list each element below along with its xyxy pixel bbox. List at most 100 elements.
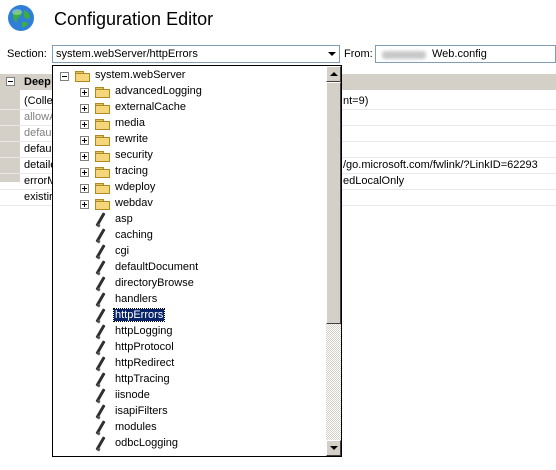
scroll-down-icon[interactable] <box>326 440 341 456</box>
tree-item-section[interactable]: httpProtocol <box>53 340 323 356</box>
folder-icon <box>95 103 111 114</box>
tree-item-section[interactable]: httpErrors <box>53 308 323 324</box>
pencil-icon <box>93 324 107 340</box>
tree-item-label: advancedLogging <box>115 85 202 97</box>
tree-item-section[interactable]: directoryBrowse <box>53 276 323 292</box>
tree-item-label: defaultDocument <box>115 261 199 273</box>
grid-property-name[interactable]: defau <box>24 127 52 139</box>
tree-item-folder[interactable]: webdav <box>53 196 323 212</box>
vertical-scrollbar[interactable] <box>326 66 341 456</box>
globe-icon <box>8 5 34 31</box>
grid-property-name[interactable]: defau <box>24 143 52 155</box>
tree-item-section[interactable]: isapiFilters <box>53 404 323 420</box>
tree-item-section[interactable]: odbcLogging <box>53 436 323 452</box>
folder-icon <box>95 87 111 98</box>
tree-item-label: directoryBrowse <box>115 277 194 289</box>
folder-icon <box>95 119 111 130</box>
pencil-icon <box>93 372 107 388</box>
tree-item-section[interactable]: modules <box>53 420 323 436</box>
tree-item-label: iisnode <box>115 389 150 401</box>
tree-item-label: security <box>115 149 153 161</box>
tree-item-section[interactable]: caching <box>53 228 323 244</box>
tree-item-label: odbcLogging <box>115 437 179 449</box>
tree-item-label: asp <box>115 213 133 225</box>
scroll-up-icon[interactable] <box>326 66 341 82</box>
tree-item-label: media <box>115 117 145 129</box>
expand-icon[interactable] <box>80 152 89 161</box>
folder-icon <box>95 151 111 162</box>
from-combobox[interactable]: Web.config <box>375 45 556 63</box>
pencil-icon <box>93 388 107 404</box>
tree-item-section[interactable]: httpTracing <box>53 372 323 388</box>
tree-item-section[interactable]: defaultDocument <box>53 260 323 276</box>
tree-item-label: httpProtocol <box>115 341 174 353</box>
section-row: Section: system.webServer/httpErrors Fro… <box>0 43 556 65</box>
tree-item-label: system.webServer <box>95 69 186 81</box>
tree-item-folder[interactable]: tracing <box>53 164 323 180</box>
tree-item-folder[interactable]: advancedLogging <box>53 84 323 100</box>
tree-item-root[interactable]: system.webServer <box>53 68 323 84</box>
header: Configuration Editor <box>0 0 556 42</box>
pencil-icon <box>93 276 107 292</box>
grid-property-value[interactable]: nt=9) <box>343 95 368 107</box>
tree-item-folder[interactable]: rewrite <box>53 132 323 148</box>
tree-item-label: webdav <box>115 197 153 209</box>
tree-item-label: externalCache <box>115 101 186 113</box>
scrollbar-thumb[interactable] <box>326 82 341 324</box>
grid-property-value[interactable]: /go.microsoft.com/fwlink/?LinkID=62293 <box>343 159 538 171</box>
pencil-icon <box>93 420 107 436</box>
expand-icon[interactable] <box>80 200 89 209</box>
tree-item-label: wdeploy <box>115 181 156 193</box>
section-value: system.webServer/httpErrors <box>56 48 198 60</box>
pencil-icon <box>93 356 107 372</box>
folder-icon <box>95 183 111 194</box>
section-combobox[interactable]: system.webServer/httpErrors <box>52 45 340 63</box>
grid-property-value[interactable]: edLocalOnly <box>343 175 404 187</box>
tree-item-section[interactable]: handlers <box>53 292 323 308</box>
grid-margin <box>0 90 20 182</box>
chevron-down-icon[interactable] <box>324 46 339 62</box>
tree-item-section[interactable]: cgi <box>53 244 323 260</box>
tree-item-folder[interactable]: security <box>53 148 323 164</box>
tree-item-label: rewrite <box>115 133 149 145</box>
tree-item-label: isapiFilters <box>115 405 168 417</box>
expand-icon[interactable] <box>80 104 89 113</box>
pencil-icon <box>93 228 107 244</box>
expand-icon[interactable] <box>80 136 89 145</box>
pencil-icon <box>93 292 107 308</box>
collapse-icon[interactable] <box>6 77 15 86</box>
expand-icon[interactable] <box>80 120 89 129</box>
pencil-icon <box>93 436 107 452</box>
page-title: Configuration Editor <box>54 9 214 29</box>
tree-item-label: tracing <box>115 165 149 177</box>
section-label: Section: <box>7 48 47 60</box>
expand-icon[interactable] <box>80 168 89 177</box>
folder-icon <box>95 199 111 210</box>
grid-category-label: Deep <box>24 76 51 88</box>
folder-icon <box>95 167 111 178</box>
expand-icon[interactable] <box>80 88 89 97</box>
tree-item-section[interactable]: iisnode <box>53 388 323 404</box>
tree-item-label: handlers <box>115 293 158 305</box>
section-dropdown: system.webServer advancedLogging externalC… <box>52 65 342 457</box>
from-label: From: <box>344 48 373 60</box>
pencil-icon <box>93 340 107 356</box>
tree-item-label: httpLogging <box>115 325 173 337</box>
folder-icon <box>95 135 111 146</box>
section-tree: system.webServer advancedLogging externalC… <box>53 66 326 456</box>
collapse-icon[interactable] <box>60 72 69 81</box>
tree-item-section[interactable]: httpRedirect <box>53 356 323 372</box>
tree-item-folder[interactable]: externalCache <box>53 100 323 116</box>
tree-item-section[interactable]: asp <box>53 212 323 228</box>
pencil-icon <box>93 260 107 276</box>
tree-item-label: httpTracing <box>115 373 170 385</box>
tree-item-label: httpRedirect <box>115 357 175 369</box>
grid-property-name[interactable]: (Colle <box>24 95 53 107</box>
tree-item-section[interactable]: httpLogging <box>53 324 323 340</box>
expand-icon[interactable] <box>80 184 89 193</box>
tree-item-folder[interactable]: wdeploy <box>53 180 323 196</box>
grid-property-name[interactable]: existir <box>24 191 53 203</box>
tree-item-folder[interactable]: media <box>53 116 323 132</box>
tree-item-label: caching <box>115 229 153 241</box>
tree-item-label: httpErrors <box>112 308 166 322</box>
